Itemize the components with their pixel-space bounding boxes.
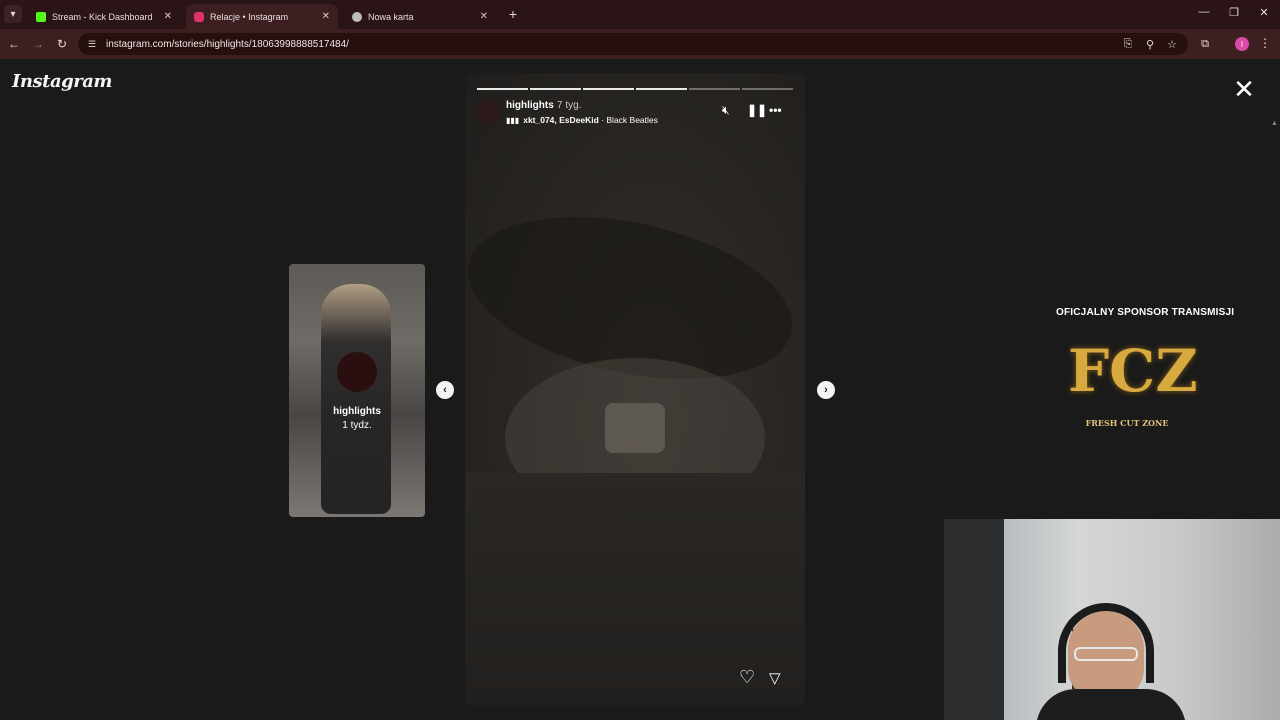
new-tab-plus-icon[interactable]: + [505,6,521,22]
instagram-logo[interactable]: Instagram [12,71,112,92]
tab-label: Nowa karta [368,11,414,22]
headphones-icon [1058,603,1154,683]
forward-arrow-icon[interactable]: → [30,36,46,52]
music-bars-icon: ▮▮▮ [506,116,520,125]
tab-instagram[interactable]: Relacje • Instagram ✕ [186,4,338,29]
url-text: instagram.com/stories/highlights/1806399… [106,38,349,50]
bookmark-star-icon[interactable]: ☆ [1165,37,1179,51]
profile-avatar[interactable]: I [1235,37,1249,51]
streamer-body [1036,689,1186,720]
progress-segment [636,88,687,90]
glasses-icon [1074,647,1138,661]
story-thumbnail-image [321,284,391,514]
scrollbar-up-arrow-icon[interactable]: ▲ [1271,120,1278,127]
browser-toolbar: ← → ↻ ☰ instagram.com/stories/highlights… [0,29,1280,59]
chrome-favicon-icon [352,11,362,22]
tab-kick-dashboard[interactable]: Stream - Kick Dashboard ✕ [28,4,180,29]
tab-new-tab[interactable]: Nowa karta ✕ [344,4,496,29]
instagram-favicon-icon [194,11,204,22]
progress-segment [530,88,581,90]
sponsor-logo: FCZ [1068,337,1198,405]
next-story-chevron-icon[interactable]: › [817,381,835,399]
browser-tabbar: ▾ Stream - Kick Dashboard ✕ Relacje • In… [0,0,1280,29]
zoom-icon[interactable]: ⚲ [1143,37,1157,51]
close-stories-icon[interactable]: ✕ [1232,76,1256,102]
story-progress-bar [477,88,793,90]
back-arrow-icon[interactable]: ← [6,36,22,52]
sponsor-subtitle: FRESH CUT ZONE [1085,418,1169,428]
story-music-label[interactable]: ▮▮▮ xkt_074, EsDeeKid · Black Beatles [506,115,658,125]
progress-segment [689,88,740,90]
music-artists: xkt_074, EsDeeKid [523,115,599,125]
avatar [337,352,377,392]
story-username[interactable]: highlights [506,100,554,111]
close-tab-icon[interactable]: ✕ [164,11,172,22]
active-story[interactable]: highlights 7 tyg. ▮▮▮ xkt_074, EsDeeKid ·… [465,73,805,705]
address-bar[interactable]: ☰ instagram.com/stories/highlights/18063… [78,33,1188,55]
window-close-icon[interactable]: ✕ [1256,6,1272,19]
prev-story-time: 1 tydz. [342,420,372,431]
mute-speaker-icon[interactable]: 🔇︎ [722,103,730,118]
previous-story-chevron-icon[interactable]: ‹ [436,381,454,399]
webcam-overlay [944,519,1280,720]
restore-icon[interactable]: ❐ [1226,6,1242,19]
avatar[interactable] [477,100,501,124]
like-heart-icon[interactable]: ♡ [739,667,755,688]
tab-label: Relacje • Instagram [210,11,289,22]
story-time: 7 tyg. [557,100,582,111]
progress-segment [477,88,528,90]
minimize-icon[interactable]: — [1196,6,1212,18]
music-title: Black Beatles [606,115,658,125]
webcam-background [944,519,1004,720]
share-send-icon[interactable]: ▽ [769,669,781,687]
install-app-icon[interactable]: ⎘ [1121,37,1135,51]
sponsor-title: OFICJALNY SPONSOR TRANSMISJI [1056,307,1235,318]
story-image-region [605,403,665,453]
browser-menu-icon[interactable]: ⋮ [1259,36,1271,50]
reload-icon[interactable]: ↻ [54,36,70,52]
prev-story-username: highlights [333,406,381,417]
close-tab-icon[interactable]: ✕ [480,11,488,22]
progress-segment [742,88,793,90]
pause-icon[interactable]: ❚❚ [747,103,767,117]
extensions-puzzle-icon[interactable]: ⧉ [1198,37,1212,51]
site-settings-icon[interactable]: ☰ [86,38,98,50]
tab-search-dropdown-icon[interactable]: ▾ [4,5,22,23]
close-tab-icon[interactable]: ✕ [322,11,330,22]
progress-segment [583,88,634,90]
kick-favicon-icon [36,11,46,22]
more-options-icon[interactable]: ••• [769,103,782,117]
previous-story-card[interactable]: highlights 1 tydz. [289,264,425,517]
tab-label: Stream - Kick Dashboard [52,11,153,22]
